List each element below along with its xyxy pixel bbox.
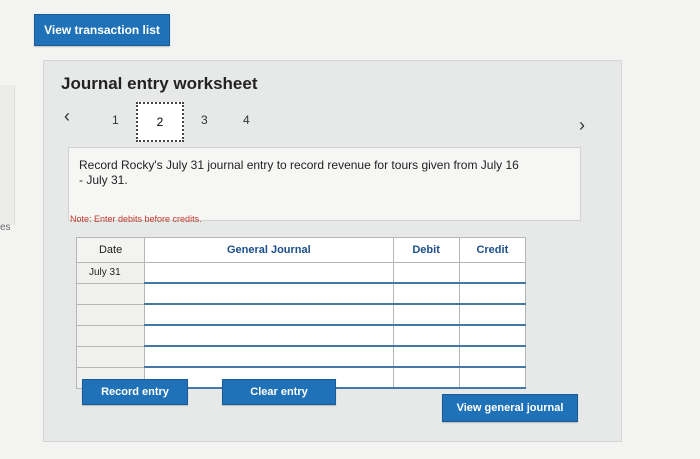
- account-input[interactable]: [144, 262, 394, 284]
- table-row: July 31: [75, 262, 527, 284]
- record-entry-button[interactable]: Record entry: [82, 379, 188, 405]
- account-input[interactable]: [144, 324, 394, 347]
- table-row: [75, 282, 527, 305]
- debit-input[interactable]: [392, 262, 460, 284]
- chevron-right-icon[interactable]: ›: [579, 115, 585, 136]
- view-general-journal-button[interactable]: View general journal: [442, 394, 578, 422]
- credit-input[interactable]: [458, 366, 527, 389]
- step-4[interactable]: 4: [243, 113, 250, 127]
- date-cell[interactable]: [75, 282, 146, 305]
- view-transaction-list-button[interactable]: View transaction list: [34, 14, 170, 46]
- general-journal-header: General Journal: [144, 237, 394, 263]
- journal-worksheet-panel: Journal entry worksheet ‹ 1 2 3 4 › Reco…: [43, 60, 622, 442]
- date-cell[interactable]: July 31: [75, 262, 146, 284]
- account-input[interactable]: [144, 345, 394, 368]
- chevron-left-icon[interactable]: ‹: [64, 106, 70, 127]
- credit-input[interactable]: [458, 282, 527, 305]
- step-3[interactable]: 3: [201, 113, 208, 127]
- note-text: Note: Enter debits before credits.: [70, 214, 202, 224]
- debit-input[interactable]: [392, 366, 460, 389]
- left-strip: [0, 85, 15, 225]
- date-cell[interactable]: [75, 324, 146, 347]
- debit-input[interactable]: [392, 303, 460, 326]
- account-input[interactable]: [144, 303, 394, 326]
- step-1[interactable]: 1: [112, 113, 119, 127]
- step-2-current[interactable]: 2: [136, 102, 184, 142]
- credit-input[interactable]: [458, 262, 527, 284]
- debit-input[interactable]: [392, 324, 460, 347]
- account-input[interactable]: [144, 282, 394, 305]
- debit-header: Debit: [392, 237, 460, 263]
- clear-entry-button[interactable]: Clear entry: [222, 379, 336, 405]
- debit-input[interactable]: [392, 345, 460, 368]
- instruction-box: Record Rocky's July 31 journal entry to …: [68, 147, 581, 221]
- table-row: [75, 303, 527, 326]
- side-text: es: [0, 222, 11, 233]
- credit-input[interactable]: [458, 345, 527, 368]
- worksheet-title: Journal entry worksheet: [61, 74, 258, 93]
- credit-input[interactable]: [458, 303, 527, 326]
- date-header: Date: [75, 237, 146, 263]
- step-2-label: 2: [156, 115, 164, 129]
- date-cell[interactable]: [75, 345, 146, 368]
- credit-input[interactable]: [458, 324, 527, 347]
- date-cell[interactable]: [75, 303, 146, 326]
- instruction-text: Record Rocky's July 31 journal entry to …: [79, 158, 519, 187]
- debit-input[interactable]: [392, 282, 460, 305]
- journal-table: Date General Journal Debit Credit July 3…: [75, 237, 527, 389]
- table-row: [75, 345, 527, 368]
- credit-header: Credit: [458, 237, 527, 263]
- table-row: [75, 324, 527, 347]
